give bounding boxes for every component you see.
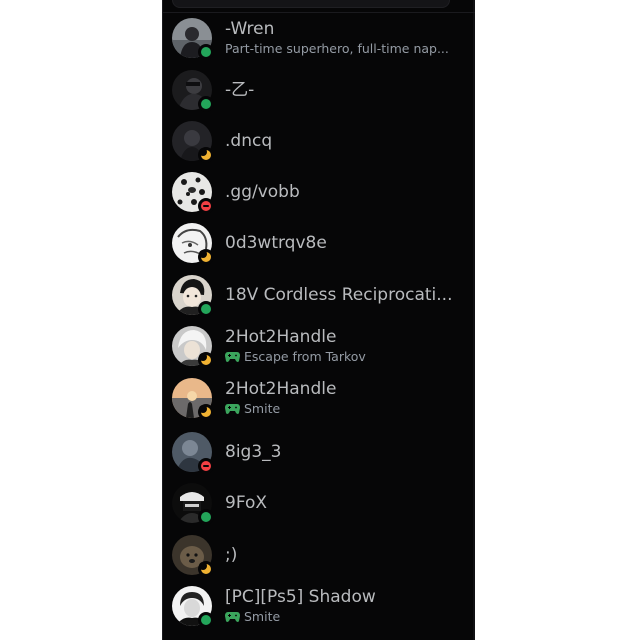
member-item[interactable]: .dncq — [170, 117, 466, 165]
gamepad-icon — [225, 403, 240, 415]
member-item[interactable]: .gg/vobb — [170, 168, 466, 216]
status-online-icon — [201, 512, 211, 522]
status-indicator — [198, 612, 214, 628]
member-name: .gg/vobb — [225, 182, 300, 202]
member-item[interactable]: [PC][Ps5] Shadow Smite — [170, 582, 466, 630]
status-dnd-icon — [201, 461, 211, 471]
member-name: -乙- — [225, 80, 255, 100]
member-item[interactable]: -乙- — [170, 66, 466, 114]
gamepad-icon — [225, 611, 240, 623]
status-indicator — [198, 458, 214, 474]
member-item[interactable]: 8ig3_3 — [170, 428, 466, 476]
member-list-panel: -Wren Part-time superhero, full-time nap… — [162, 0, 475, 640]
status-indicator — [198, 44, 214, 60]
member-item[interactable]: 2Hot2Handle Escape from Tarkov — [170, 322, 466, 370]
status-indicator — [198, 509, 214, 525]
status-idle-icon — [199, 148, 211, 160]
member-item[interactable]: -Wren Part-time superhero, full-time nap… — [170, 14, 466, 62]
search-bar-bottom-edge[interactable] — [172, 0, 450, 8]
status-indicator — [198, 301, 214, 317]
member-item[interactable]: 2Hot2Handle Smite — [170, 374, 466, 422]
member-name: ;) — [225, 545, 238, 565]
member-item[interactable]: 0d3wtrqv8e — [170, 219, 466, 267]
member-name: .dncq — [225, 131, 273, 151]
header-divider — [162, 12, 475, 13]
member-name: 9FoX — [225, 493, 268, 513]
status-indicator — [198, 147, 214, 163]
panel-scrollbar-edge[interactable] — [473, 0, 475, 640]
status-idle-icon — [199, 250, 211, 262]
status-idle-icon — [199, 353, 211, 365]
member-name: -Wren — [225, 19, 275, 39]
status-idle-icon — [199, 405, 211, 417]
status-indicator — [198, 352, 214, 368]
member-name: 8ig3_3 — [225, 442, 282, 462]
status-online-icon — [201, 99, 211, 109]
status-indicator — [198, 561, 214, 577]
member-name: 2Hot2Handle — [225, 379, 337, 399]
member-name: 2Hot2Handle — [225, 327, 337, 347]
member-activity: Escape from Tarkov — [225, 349, 460, 365]
gamepad-icon — [225, 351, 240, 363]
member-activity: Smite — [225, 401, 460, 417]
member-custom-status: Part-time superhero, full-time nap... — [225, 41, 449, 56]
status-dnd-icon — [201, 201, 211, 211]
status-indicator — [198, 198, 214, 214]
status-indicator — [198, 404, 214, 420]
member-item[interactable]: 18V Cordless Reciprocati... — [170, 271, 466, 319]
panel-left-border — [162, 0, 163, 640]
member-item[interactable]: ;) — [170, 531, 466, 579]
status-online-icon — [201, 615, 211, 625]
status-online-icon — [201, 47, 211, 57]
member-item[interactable]: 9FoX — [170, 479, 466, 527]
status-online-icon — [201, 304, 211, 314]
member-name: 0d3wtrqv8e — [225, 233, 327, 253]
member-name: 18V Cordless Reciprocati... — [225, 285, 453, 305]
status-idle-icon — [199, 562, 211, 574]
status-indicator — [198, 96, 214, 112]
member-activity: Smite — [225, 609, 460, 625]
member-name: [PC][Ps5] Shadow — [225, 587, 376, 607]
status-indicator — [198, 249, 214, 265]
